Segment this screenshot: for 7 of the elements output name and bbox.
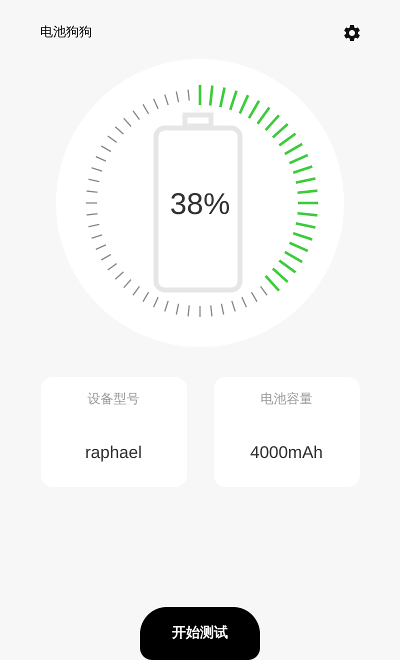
start-test-button[interactable]: 开始测试 [140,607,260,660]
card-label: 电池容量 [260,391,312,409]
card-value: raphael [85,442,142,464]
app-title: 电池狗狗 [40,24,92,42]
card-value: 4000mAh [250,442,323,464]
settings-icon[interactable] [342,23,362,43]
card-label: 设备型号 [88,391,140,409]
